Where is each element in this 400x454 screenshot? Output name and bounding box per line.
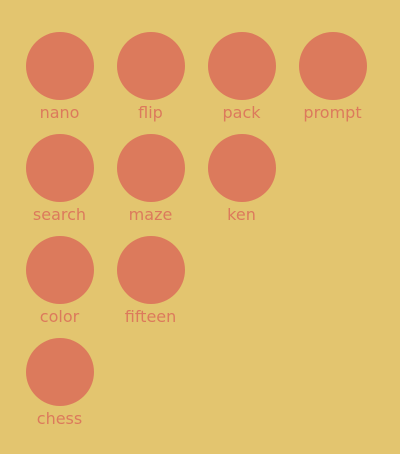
ken-app-icon[interactable] [207,134,276,202]
app-prompt[interactable]: prompt [287,32,378,134]
app-label-color: color [39,307,80,326]
empty-slot [287,134,378,236]
app-nano[interactable]: nano [14,32,105,134]
app-pack[interactable]: pack [196,32,287,134]
app-launcher-grid: nano flip pack prompt search maze ken co… [14,32,378,440]
app-label-maze: maze [128,205,173,224]
app-label-fifteen: fifteen [124,307,177,326]
maze-app-icon[interactable] [116,134,185,202]
app-maze[interactable]: maze [105,134,196,236]
app-chess[interactable]: chess [14,338,105,440]
app-label-nano: nano [39,103,80,122]
flip-app-icon[interactable] [116,32,185,100]
app-label-ken: ken [227,205,256,224]
fifteen-app-icon[interactable] [116,236,185,304]
empty-slot [287,236,378,338]
app-fifteen[interactable]: fifteen [105,236,196,338]
empty-slot [196,236,287,338]
app-label-prompt: prompt [303,103,362,122]
nano-app-icon[interactable] [25,32,94,100]
chess-app-icon[interactable] [25,338,94,406]
color-app-icon[interactable] [25,236,94,304]
prompt-app-icon[interactable] [298,32,367,100]
search-app-icon[interactable] [25,134,94,202]
pack-app-icon[interactable] [207,32,276,100]
app-color[interactable]: color [14,236,105,338]
app-label-chess: chess [36,409,83,428]
app-label-flip: flip [138,103,163,122]
app-flip[interactable]: flip [105,32,196,134]
app-label-pack: pack [222,103,261,122]
app-search[interactable]: search [14,134,105,236]
app-ken[interactable]: ken [196,134,287,236]
app-label-search: search [32,205,87,224]
